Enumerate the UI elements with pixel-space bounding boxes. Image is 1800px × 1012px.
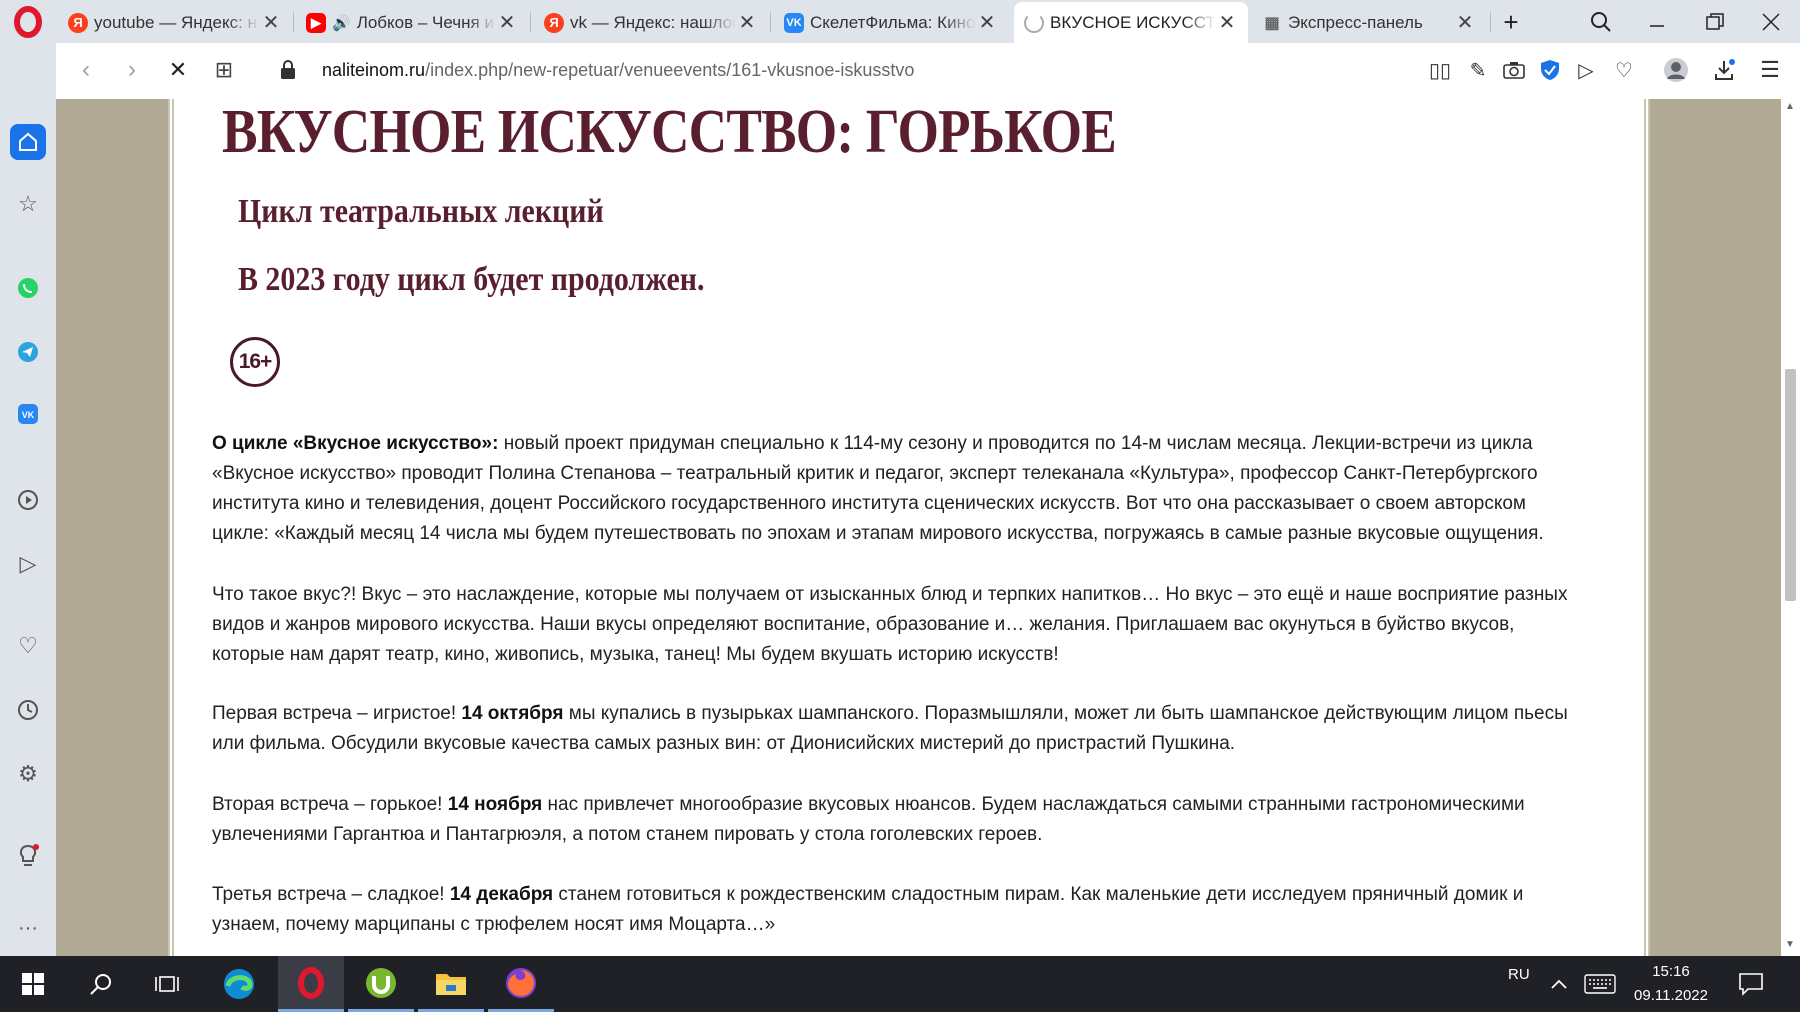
tabs-grid-icon[interactable]: ⊞ — [206, 52, 242, 88]
close-tab-icon[interactable]: ✕ — [736, 10, 758, 35]
taskbar-search-icon[interactable] — [68, 956, 134, 1012]
send-icon[interactable]: ▷ — [1570, 54, 1602, 86]
yandex-icon: Я — [544, 12, 564, 33]
sidebar-history-clock-icon[interactable] — [10, 692, 46, 728]
minimize-icon[interactable] — [1634, 4, 1680, 40]
age-rating-badge: 16+ — [230, 337, 280, 387]
clock-time: 15:16 — [1652, 963, 1690, 980]
snapshot-camera-icon[interactable] — [1498, 54, 1530, 86]
page-title: ВКУСНОЕ ИСКУССТВО: ГОРЬКОЕ — [222, 99, 1117, 166]
sidebar-whatsapp-icon[interactable] — [10, 270, 46, 306]
tab-vkusnoe-iskusstvo[interactable]: ВКУСНОЕ ИСКУССТВО ✕ — [1014, 2, 1248, 43]
clock-date: 09.11.2022 — [1634, 987, 1708, 1004]
sidebar-settings-gear-icon[interactable]: ⚙ — [10, 756, 46, 792]
sidebar-flow-send-icon[interactable]: ▷ — [10, 546, 46, 582]
windows-start-icon[interactable] — [0, 956, 66, 1012]
close-tab-icon[interactable]: ✕ — [1216, 10, 1238, 35]
edge-browser-icon[interactable] — [206, 956, 272, 1012]
close-tab-icon[interactable]: ✕ — [1454, 10, 1476, 35]
vpn-shield-icon[interactable] — [1534, 54, 1566, 86]
restore-icon[interactable] — [1692, 4, 1738, 40]
forward-icon[interactable]: › — [114, 52, 150, 88]
page-viewport: ВКУСНОЕ ИСКУССТВО: ГОРЬКОЕ Цикл театраль… — [56, 99, 1781, 956]
downloads-icon[interactable] — [1708, 54, 1740, 86]
content-paper: ВКУСНОЕ ИСКУССТВО: ГОРЬКОЕ Цикл театраль… — [168, 99, 1650, 956]
sidebar-favorites-heart-icon[interactable]: ♡ — [10, 628, 46, 664]
url-path: /index.php/new-repetuar/venueevents/161-… — [425, 59, 915, 80]
grid-icon: ▦ — [1264, 14, 1280, 32]
lock-icon[interactable] — [270, 52, 306, 88]
svg-text:VK: VK — [22, 410, 35, 420]
scroll-up-arrow-icon[interactable]: ▲ — [1785, 101, 1795, 112]
tab-youtube-yandex[interactable]: Я youtube — Яндекс: н ✕ — [58, 2, 292, 43]
task-view-icon[interactable] — [134, 956, 200, 1012]
tab-separator — [530, 12, 531, 32]
sidebar-more-icon[interactable]: ··· — [10, 910, 46, 946]
opera-taskbar-icon[interactable] — [278, 956, 344, 1012]
new-tab-icon[interactable]: + — [1488, 4, 1534, 40]
sidebar-bookmarks-star-icon[interactable]: ☆ — [10, 186, 46, 222]
vk-icon: VK — [784, 12, 804, 33]
scroll-down-arrow-icon[interactable]: ▼ — [1785, 939, 1795, 950]
sidebar-tips-lightbulb-icon[interactable] — [10, 838, 46, 874]
loading-icon — [1024, 12, 1044, 33]
sidebar-telegram-icon[interactable] — [10, 334, 46, 370]
url-field[interactable]: naliteinom.ru/index.php/new-repetuar/ven… — [322, 57, 914, 83]
youtube-icon: ▶ — [306, 12, 326, 33]
touch-keyboard-icon[interactable] — [1584, 956, 1616, 1012]
paragraph-third-meeting: Третья встреча – сладкое! 14 декабря ста… — [212, 884, 1524, 935]
reader-mode-icon[interactable]: ▯▯ — [1424, 54, 1456, 86]
tab-lobkov[interactable]: ▶ 🔊 Лобков – Чечня и ✕ — [296, 2, 528, 43]
sidebar-vk-icon[interactable]: VK — [10, 396, 46, 432]
stop-loading-icon[interactable]: ✕ — [160, 52, 196, 88]
tab-separator — [770, 12, 771, 32]
sidebar-home-icon[interactable] — [10, 124, 46, 160]
close-tab-icon[interactable]: ✕ — [976, 10, 998, 35]
tab-separator — [293, 12, 294, 32]
opera-logo-icon[interactable] — [8, 6, 48, 38]
speaker-icon[interactable]: 🔊 — [332, 14, 351, 32]
taskbar-clock[interactable]: 15:16 09.11.2022 — [1626, 960, 1716, 1008]
firefox-icon[interactable] — [488, 956, 554, 1012]
page-scrollbar[interactable]: ▲ ▼ — [1781, 99, 1800, 956]
close-window-icon[interactable] — [1748, 4, 1794, 40]
tray-show-hidden-chevron-icon[interactable] — [1550, 956, 1568, 1012]
page-note: В 2023 году цикл будет продолжен. — [238, 261, 705, 298]
paragraph-first-meeting: Первая встреча – игристое! 14 октября мы… — [212, 703, 1568, 754]
keyboard-language-indicator[interactable]: RU — [1508, 956, 1530, 992]
close-tab-icon[interactable]: ✕ — [260, 10, 282, 35]
action-center-notification-icon[interactable] — [1738, 956, 1764, 1012]
page-subtitle: Цикл театральных лекций — [238, 193, 604, 230]
edit-share-icon[interactable]: ✎ — [1462, 54, 1494, 86]
search-tabs-icon[interactable] — [1578, 4, 1624, 40]
paragraph-taste: Что такое вкус?! Вкус – это наслаждение,… — [212, 584, 1568, 665]
bookmark-heart-icon[interactable]: ♡ — [1608, 54, 1640, 86]
tab-vk-yandex[interactable]: Я vk — Яндекс: нашлос ✕ — [534, 2, 768, 43]
scrollbar-thumb[interactable] — [1785, 369, 1796, 601]
url-host: naliteinom.ru — [322, 59, 426, 80]
tab-skeletfilma[interactable]: VK СкелетФильма: Кино ✕ — [774, 2, 1008, 43]
sidebar-player-icon[interactable] — [10, 482, 46, 518]
yandex-icon: Я — [68, 12, 88, 33]
paragraph-second-meeting: Вторая встреча – горькое! 14 ноября нас … — [212, 794, 1525, 845]
close-tab-icon[interactable]: ✕ — [496, 10, 518, 35]
profile-avatar-icon[interactable] — [1660, 54, 1692, 86]
easy-setup-menu-icon[interactable]: ☰ — [1754, 54, 1786, 86]
file-explorer-icon[interactable] — [418, 956, 484, 1012]
tab-express-panel[interactable]: ▦ Экспресс-панель ✕ — [1252, 2, 1486, 43]
utorrent-icon[interactable] — [348, 956, 414, 1012]
back-icon[interactable]: ‹ — [68, 52, 104, 88]
paragraph-about: О цикле «Вкусное искусство»: новый проек… — [212, 433, 1544, 544]
